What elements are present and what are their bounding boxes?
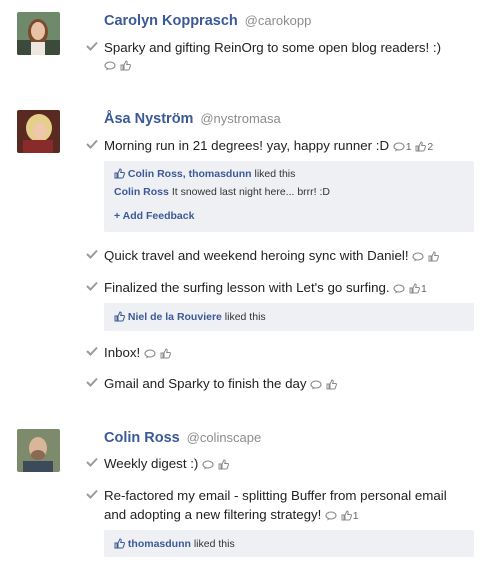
comment-icon[interactable]: [310, 380, 322, 390]
item-text-line2: and adopting a new filtering strategy!: [104, 507, 322, 522]
feedback-panel: Niel de la Rouviere liked this: [104, 303, 474, 331]
liked-by-names[interactable]: thomasdunn: [128, 538, 191, 550]
item-text: Weekly digest :): [104, 456, 199, 471]
check-icon[interactable]: [86, 249, 98, 259]
comment-icon[interactable]: [412, 252, 424, 262]
like-icon[interactable]: [326, 379, 337, 390]
comment-icon[interactable]: [144, 349, 156, 359]
check-icon[interactable]: [86, 346, 98, 356]
like-count: 1: [421, 283, 427, 295]
check-icon[interactable]: [86, 281, 98, 291]
user-handle[interactable]: @colinscape: [187, 430, 262, 445]
like-icon[interactable]: [218, 459, 229, 470]
like-count: 2: [427, 141, 434, 153]
check-icon[interactable]: [86, 457, 98, 467]
user-name[interactable]: Carolyn Kopprasch: [104, 13, 238, 29]
liked-suffix: liked this: [254, 168, 296, 180]
user-name[interactable]: Åsa Nyström: [104, 111, 193, 127]
user-name[interactable]: Colin Ross: [104, 430, 180, 446]
like-icon[interactable]: [120, 60, 131, 71]
like-icon[interactable]: [415, 141, 427, 152]
user-handle[interactable]: @nystromasa: [200, 111, 280, 126]
feedback-panel: Colin Ross, thomasdunn liked this Colin …: [104, 161, 474, 232]
like-icon: [114, 538, 125, 549]
comment-author[interactable]: Colin Ross: [114, 186, 169, 198]
check-icon[interactable]: [86, 139, 98, 149]
item-text-line1: Re-factored my email - splitting Buffer …: [104, 488, 447, 503]
liked-suffix: liked this: [224, 311, 266, 323]
like-icon: [114, 311, 125, 322]
like-icon[interactable]: [428, 251, 439, 262]
like-icon[interactable]: [409, 283, 420, 294]
avatar[interactable]: [17, 110, 60, 153]
item-text: Inbox!: [104, 345, 141, 360]
check-icon[interactable]: [86, 489, 98, 499]
item-text: Sparky and gifting ReinOrg to some open …: [104, 40, 442, 55]
avatar[interactable]: [17, 429, 60, 472]
comment-icon[interactable]: [325, 511, 337, 521]
like-icon[interactable]: [341, 510, 352, 521]
feedback-panel: thomasdunn liked this: [104, 530, 474, 557]
like-icon[interactable]: [160, 348, 171, 359]
avatar[interactable]: [17, 12, 60, 55]
item-text: Quick travel and weekend heroing sync wi…: [104, 248, 409, 263]
comment-icon[interactable]: [393, 142, 405, 152]
like-icon: [114, 168, 125, 179]
add-feedback-link[interactable]: + Add Feedback: [114, 210, 194, 222]
item-text: Morning run in 21 degrees! yay, happy ru…: [104, 138, 390, 153]
liked-suffix: liked this: [193, 538, 235, 550]
check-icon[interactable]: [86, 41, 98, 51]
like-count: 1: [352, 510, 359, 522]
item-text: Finalized the surfing lesson with Let's …: [104, 280, 390, 295]
liked-by-names[interactable]: Colin Ross, thomasdunn: [128, 168, 252, 180]
check-icon[interactable]: [86, 377, 98, 387]
comment-icon[interactable]: [393, 284, 405, 294]
comment-icon[interactable]: [104, 61, 116, 71]
item-text: Gmail and Sparky to finish the day: [104, 376, 307, 391]
liked-by-names[interactable]: Niel de la Rouviere: [128, 311, 222, 323]
comment-icon[interactable]: [202, 460, 214, 470]
user-handle[interactable]: @carokopp: [245, 13, 312, 28]
comment-count: 1: [405, 141, 412, 153]
comment-text: It snowed last night here... brrr! :D: [171, 186, 330, 198]
